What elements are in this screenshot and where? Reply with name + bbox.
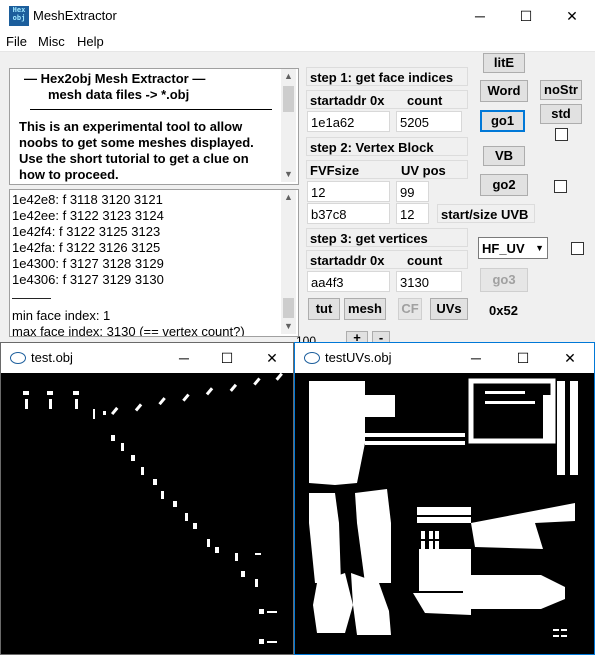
step3-labels: startaddr 0x count xyxy=(306,250,468,269)
close-button[interactable]: ✕ xyxy=(549,0,595,32)
uvb-label: start/size UVB xyxy=(437,204,535,223)
scroll-up-icon[interactable]: ▲ xyxy=(281,192,296,202)
child1-maximize-button[interactable]: ☐ xyxy=(204,343,250,373)
mesh-wireframe xyxy=(23,373,283,644)
log-line: 1e4306: f 3127 3129 3130 xyxy=(12,272,164,287)
scroll-thumb[interactable] xyxy=(283,298,294,318)
lite-button[interactable]: litE xyxy=(483,53,525,73)
child2-title-bar[interactable]: testUVs.obj ─ ☐ ✕ xyxy=(295,343,594,373)
hex-readout: 0x52 xyxy=(489,303,518,318)
obj-file-icon xyxy=(304,352,320,364)
child1-close-button[interactable]: ✕ xyxy=(249,343,295,373)
min-face-index: min face index: 1 xyxy=(12,308,111,323)
menu-misc[interactable]: Misc xyxy=(38,34,65,49)
scroll-down-icon[interactable]: ▼ xyxy=(281,169,296,179)
uv-pos-input[interactable]: 99 xyxy=(396,181,429,202)
menu-help[interactable]: Help xyxy=(77,34,104,49)
step2-heading: step 2: Vertex Block xyxy=(306,137,468,156)
log-line: 1e4300: f 3127 3128 3129 xyxy=(12,256,164,271)
child-window-testuvs-obj[interactable]: testUVs.obj ─ ☐ ✕ xyxy=(294,342,595,655)
fvf-size-input[interactable]: 12 xyxy=(307,181,390,202)
uvb-start-input[interactable]: b37c8 xyxy=(307,203,390,224)
step1-heading: step 1: get face indices xyxy=(306,67,468,86)
child-window-test-obj[interactable]: test.obj ─ ☐ ✕ xyxy=(0,342,294,655)
mesh-view-canvas[interactable] xyxy=(1,373,293,654)
step3-count-input[interactable]: 3130 xyxy=(396,271,462,292)
minimize-button[interactable]: ─ xyxy=(457,0,503,32)
std-button[interactable]: std xyxy=(540,104,582,124)
uv-layout xyxy=(309,378,578,637)
child2-minimize-button[interactable]: ─ xyxy=(453,343,499,373)
title-bar: Hex obj MeshExtractor ─ ☐ ✕ xyxy=(0,0,595,32)
tut-button[interactable]: tut xyxy=(308,298,340,320)
step2-labels: FVFsize UV pos xyxy=(306,160,468,179)
child2-close-button[interactable]: ✕ xyxy=(547,343,593,373)
child1-title-bar[interactable]: test.obj ─ ☐ ✕ xyxy=(1,343,293,373)
log-panel[interactable]: 1e42e8: f 3118 3120 3121 1e42ee: f 3122 … xyxy=(9,189,299,337)
step3-startaddr-input[interactable]: aa4f3 xyxy=(307,271,390,292)
uv-view-canvas[interactable] xyxy=(295,373,594,654)
step1-count-input[interactable]: 5205 xyxy=(396,111,462,132)
log-line: 1e42e8: f 3118 3120 3121 xyxy=(12,192,163,207)
step1-startaddr-label: startaddr 0x count xyxy=(306,90,468,109)
child1-title: test.obj xyxy=(31,350,73,365)
go2-button[interactable]: go2 xyxy=(480,174,528,196)
go3-button[interactable]: go3 xyxy=(480,268,528,292)
obj-file-icon xyxy=(10,352,26,364)
maximize-button[interactable]: ☐ xyxy=(503,0,549,32)
uvb-size-input[interactable]: 12 xyxy=(396,203,429,224)
step1-startaddr-input[interactable]: 1e1a62 xyxy=(307,111,390,132)
uv-select[interactable]: HF_UV ▼ xyxy=(478,237,548,259)
chevron-down-icon[interactable]: ▼ xyxy=(535,238,544,259)
menu-bar: File Misc Help xyxy=(0,32,595,52)
window-title: MeshExtractor xyxy=(33,8,117,23)
info-divider xyxy=(30,109,272,110)
nostr-button[interactable]: noStr xyxy=(540,80,582,100)
step3-heading: step 3: get vertices xyxy=(306,228,468,247)
log-line: 1e42ee: f 3122 3123 3124 xyxy=(12,208,164,223)
menu-file[interactable]: File xyxy=(6,34,27,49)
log-scrollbar[interactable]: ▲ ▼ xyxy=(281,190,296,334)
log-separator: ——— xyxy=(12,290,51,305)
info-scrollbar[interactable]: ▲ ▼ xyxy=(281,69,296,182)
child2-title: testUVs.obj xyxy=(325,350,392,365)
uv-checkbox[interactable] xyxy=(571,242,584,255)
info-panel: — Hex2obj Mesh Extractor — mesh data fil… xyxy=(9,68,299,185)
child1-minimize-button[interactable]: ─ xyxy=(161,343,207,373)
app-icon: Hex obj xyxy=(9,6,29,26)
go1-button[interactable]: go1 xyxy=(480,110,525,132)
scroll-thumb[interactable] xyxy=(283,86,294,112)
uvs-button[interactable]: UVs xyxy=(430,298,468,320)
info-subtitle: mesh data files -> *.obj xyxy=(48,87,190,102)
go2-checkbox[interactable] xyxy=(554,180,567,193)
mesh-button[interactable]: mesh xyxy=(344,298,386,320)
child2-maximize-button[interactable]: ☐ xyxy=(500,343,546,373)
word-button[interactable]: Word xyxy=(480,80,528,102)
log-lines: 1e42e8: f 3118 3120 3121 1e42ee: f 3122 … xyxy=(12,192,245,337)
info-title: — Hex2obj Mesh Extractor — xyxy=(24,71,206,86)
max-face-index: max face index: 3130 (== vertex count?) xyxy=(12,324,245,337)
std-checkbox[interactable] xyxy=(555,128,568,141)
cf-button[interactable]: CF xyxy=(398,298,422,320)
info-body: This is an experimental tool to allow no… xyxy=(19,119,254,182)
scroll-down-icon[interactable]: ▼ xyxy=(281,321,296,331)
scroll-up-icon[interactable]: ▲ xyxy=(281,71,296,81)
log-line: 1e42f4: f 3122 3125 3123 xyxy=(12,224,161,239)
vb-button[interactable]: VB xyxy=(483,146,525,166)
log-line: 1e42fa: f 3122 3126 3125 xyxy=(12,240,161,255)
